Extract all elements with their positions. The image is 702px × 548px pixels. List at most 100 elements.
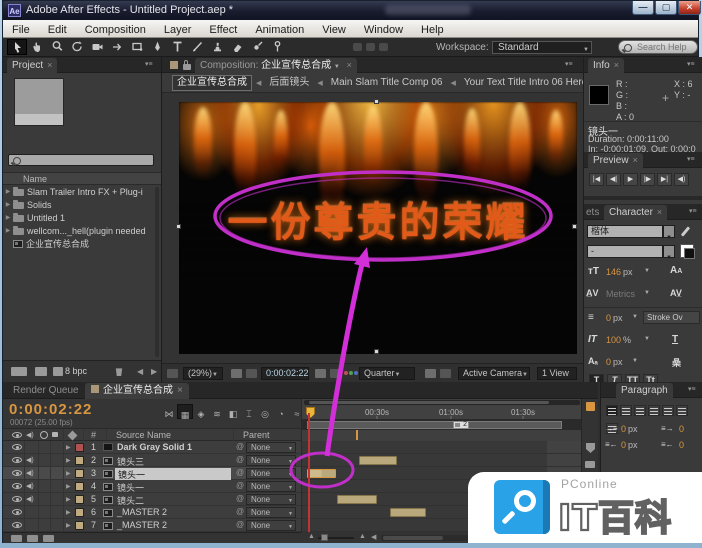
grid-options-icon[interactable]: [167, 369, 178, 378]
parent-dropdown[interactable]: None▼: [246, 481, 296, 492]
timeline-tool-4[interactable]: ◧: [225, 404, 241, 419]
panel-menu-icon[interactable]: ▾≡: [687, 156, 699, 164]
new-composition-icon[interactable]: [53, 367, 63, 376]
align-button-1[interactable]: [620, 405, 632, 416]
safe-margins-icon[interactable]: [246, 369, 257, 378]
zoom-in-icon[interactable]: ▲: [359, 533, 366, 540]
region-icon[interactable]: [425, 369, 436, 378]
time-ruler[interactable]: 00:30s01:00s01:30s: [302, 406, 582, 420]
panel-menu-icon[interactable]: ▾≡: [145, 61, 157, 69]
maximize-button[interactable]: ▢: [655, 1, 677, 15]
menu-item-effect[interactable]: Effect: [200, 22, 246, 39]
align-button-5[interactable]: [676, 405, 688, 416]
selection-handle[interactable]: [374, 99, 379, 104]
label-swatch[interactable]: [75, 482, 84, 491]
twirl-icon[interactable]: ▶: [66, 509, 71, 516]
twirl-icon[interactable]: ▶: [3, 225, 13, 238]
timeline-tool-6[interactable]: ◎: [257, 404, 273, 419]
name-column-header[interactable]: Name: [3, 172, 161, 185]
table-row[interactable]: ◀)▶5镜头二@None▼: [3, 493, 301, 506]
twirl-icon[interactable]: ▶: [66, 470, 71, 477]
timeline-tool-3[interactable]: ≋: [209, 404, 225, 419]
tab-info[interactable]: Info×: [588, 58, 624, 73]
align-button-0[interactable]: [606, 405, 618, 416]
tab-timeline-comp[interactable]: 企业宣传总合成×: [85, 383, 189, 399]
cti-line[interactable]: [308, 413, 310, 532]
table-row[interactable]: ◀)▶3镜头一@None▼: [3, 467, 301, 480]
tab-project[interactable]: Project×: [7, 58, 57, 73]
table-row[interactable]: ▶7_MASTER 2@None▼: [3, 519, 301, 532]
tab-render-queue[interactable]: Render Queue: [13, 385, 79, 396]
col-source-name[interactable]: Source Name: [116, 430, 171, 440]
magnification-dropdown[interactable]: (29%)▼: [183, 367, 223, 380]
layer-duration-bar[interactable]: [390, 508, 426, 517]
project-item[interactable]: ▶wellcom..._hell(plugin needed: [3, 225, 161, 238]
search-input[interactable]: [635, 41, 699, 53]
faux-style-3[interactable]: Tt: [643, 374, 658, 382]
breadcrumb-item[interactable]: 企业宣传总合成: [172, 75, 252, 91]
align-button-3[interactable]: [648, 405, 660, 416]
camera-view-dropdown[interactable]: Active Camera▼: [458, 367, 530, 380]
channel-icon[interactable]: [344, 371, 358, 376]
transport-button-5[interactable]: ◀): [674, 173, 689, 186]
eye-icon[interactable]: [12, 496, 22, 502]
hand-tool[interactable]: [27, 39, 47, 56]
snapshot-camera-icon[interactable]: [315, 369, 326, 378]
label-swatch[interactable]: [75, 521, 84, 530]
panel-menu-icon[interactable]: ▾≡: [687, 61, 699, 69]
twirl-icon[interactable]: ▶: [66, 483, 71, 490]
zoom-tool[interactable]: [47, 39, 67, 56]
eyedropper-icon[interactable]: [681, 226, 690, 236]
chevron-down-icon[interactable]: ▼: [644, 268, 650, 274]
speaker-icon[interactable]: ◀): [26, 482, 34, 490]
rect-mask-tool[interactable]: [127, 39, 147, 56]
table-row[interactable]: ▶6_MASTER 2@None▼: [3, 506, 301, 519]
eye-icon[interactable]: [12, 457, 22, 463]
layer-duration-bar[interactable]: [359, 456, 397, 465]
col-parent[interactable]: Parent: [243, 430, 270, 440]
puppet-pin-tool[interactable]: [267, 39, 287, 56]
current-timecode[interactable]: 0:00:02:22: [9, 401, 92, 418]
parent-dropdown[interactable]: None▼: [246, 468, 296, 479]
eraser-tool[interactable]: [227, 39, 247, 56]
twirl-icon[interactable]: ▶: [3, 212, 13, 225]
close-icon[interactable]: ×: [347, 60, 352, 70]
label-swatch[interactable]: [75, 443, 84, 452]
breadcrumb-item[interactable]: Main Slam Title Comp 06: [327, 73, 447, 92]
timeline-tool-7[interactable]: ◔: [273, 404, 289, 419]
comp-canvas[interactable]: 一份尊贵的荣耀: [179, 102, 577, 354]
selection-handle[interactable]: [572, 224, 577, 229]
parent-dropdown[interactable]: None▼: [246, 455, 296, 466]
font-size-value[interactable]: 146px: [606, 267, 633, 277]
tracking-value[interactable]: Metrics: [606, 289, 635, 299]
view-layout-dropdown[interactable]: 1 View: [537, 367, 577, 380]
twirl-icon[interactable]: ▶: [3, 186, 13, 199]
zoom-slider-handle[interactable]: [321, 534, 328, 541]
parent-pickwhip-icon[interactable]: @: [236, 455, 244, 464]
show-snapshot-icon[interactable]: [330, 369, 341, 378]
twirl-icon[interactable]: ▶: [66, 457, 71, 464]
panel-menu-icon[interactable]: ▾≡: [689, 208, 701, 216]
rotation-tool[interactable]: [67, 39, 87, 56]
label-swatch[interactable]: [75, 456, 84, 465]
label-swatch[interactable]: [75, 469, 84, 478]
faux-style-1[interactable]: T: [607, 374, 622, 382]
chevron-down-icon[interactable]: ▼: [644, 336, 650, 342]
space-before-value[interactable]: 0: [679, 424, 684, 434]
transport-button-3[interactable]: |▶: [640, 173, 655, 186]
tab-character[interactable]: Character×: [604, 205, 667, 220]
parent-dropdown[interactable]: None▼: [246, 507, 296, 518]
roto-brush-tool[interactable]: [247, 39, 267, 56]
resolution-dropdown[interactable]: Quarter▼: [359, 367, 415, 380]
comp-marker-2[interactable]: 2: [453, 421, 469, 429]
expand-collapse-icon[interactable]: [11, 535, 22, 542]
roi-icon[interactable]: [231, 369, 242, 378]
vertical-scale-value[interactable]: 100%: [606, 335, 631, 345]
timeline-navigator[interactable]: [304, 400, 580, 405]
table-row[interactable]: ◀)▶4镜头一@None▼: [3, 480, 301, 493]
close-icon[interactable]: ×: [47, 60, 52, 70]
chevron-down-icon[interactable]: ▼: [644, 290, 650, 296]
transport-button-4[interactable]: ▶|: [657, 173, 672, 186]
title-bar[interactable]: Ae Adobe After Effects - Untitled Projec…: [3, 1, 698, 20]
eye-icon[interactable]: [12, 509, 22, 515]
